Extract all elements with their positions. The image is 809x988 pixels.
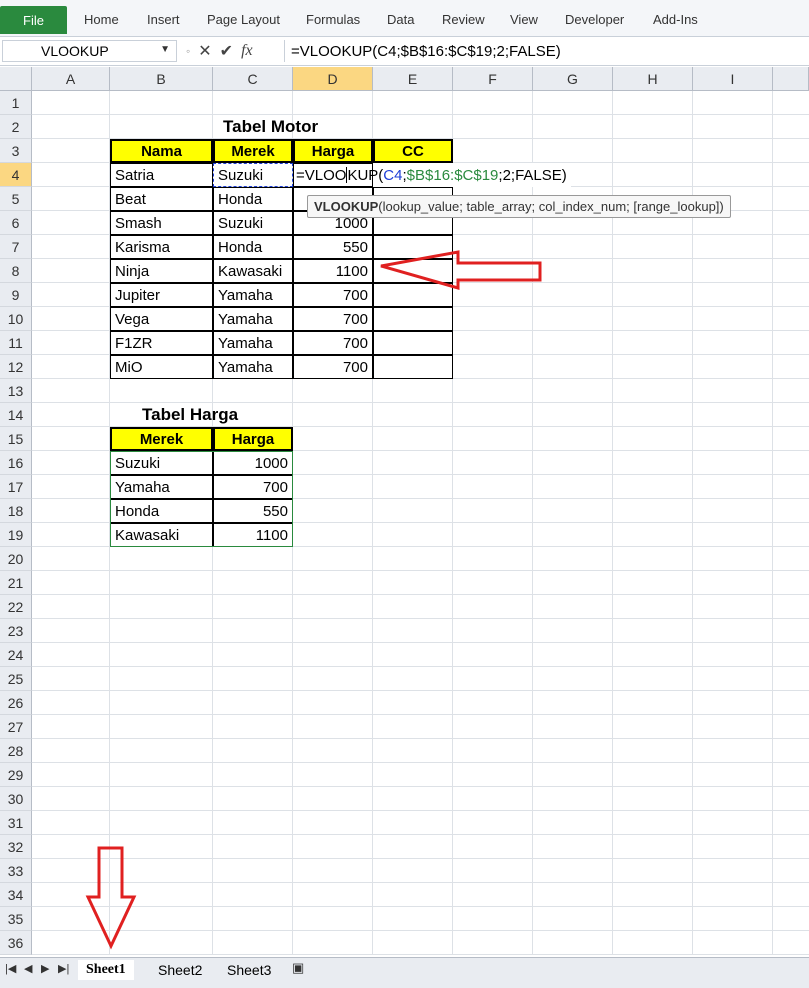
edit-ref1: C4 — [383, 166, 403, 184]
down-arrow-icon — [85, 846, 137, 950]
edit-rest: ;2;FALSE) — [498, 166, 567, 184]
tab-sheet1[interactable]: Sheet1 — [78, 960, 134, 980]
next-sheet-icon[interactable]: ▶ — [41, 962, 49, 975]
tab-sheet2[interactable]: Sheet2 — [158, 960, 202, 980]
insert-sheet-icon[interactable]: ▣ — [292, 960, 304, 976]
last-sheet-icon[interactable]: ▶| — [58, 962, 69, 975]
sheet-tab-bar: |◀ ◀ ▶ ▶| Sheet1 Sheet2 Sheet3 ▣ — [0, 957, 809, 988]
tab-sheet3[interactable]: Sheet3 — [227, 960, 271, 980]
edit-cursor-after: KUP( — [347, 166, 384, 184]
first-sheet-icon[interactable]: |◀ — [5, 962, 16, 975]
prev-sheet-icon[interactable]: ◀ — [24, 962, 32, 975]
active-edit-cell[interactable]: =VLOO KUP(C4; $B$16:$C$19 ;2;FALSE) — [293, 163, 571, 187]
left-arrow-icon — [380, 250, 542, 290]
edit-ref2: $B$16:$C$19 — [406, 166, 499, 184]
edit-prefix: =VLOO — [296, 166, 347, 184]
annotation-arrows — [85, 250, 542, 950]
